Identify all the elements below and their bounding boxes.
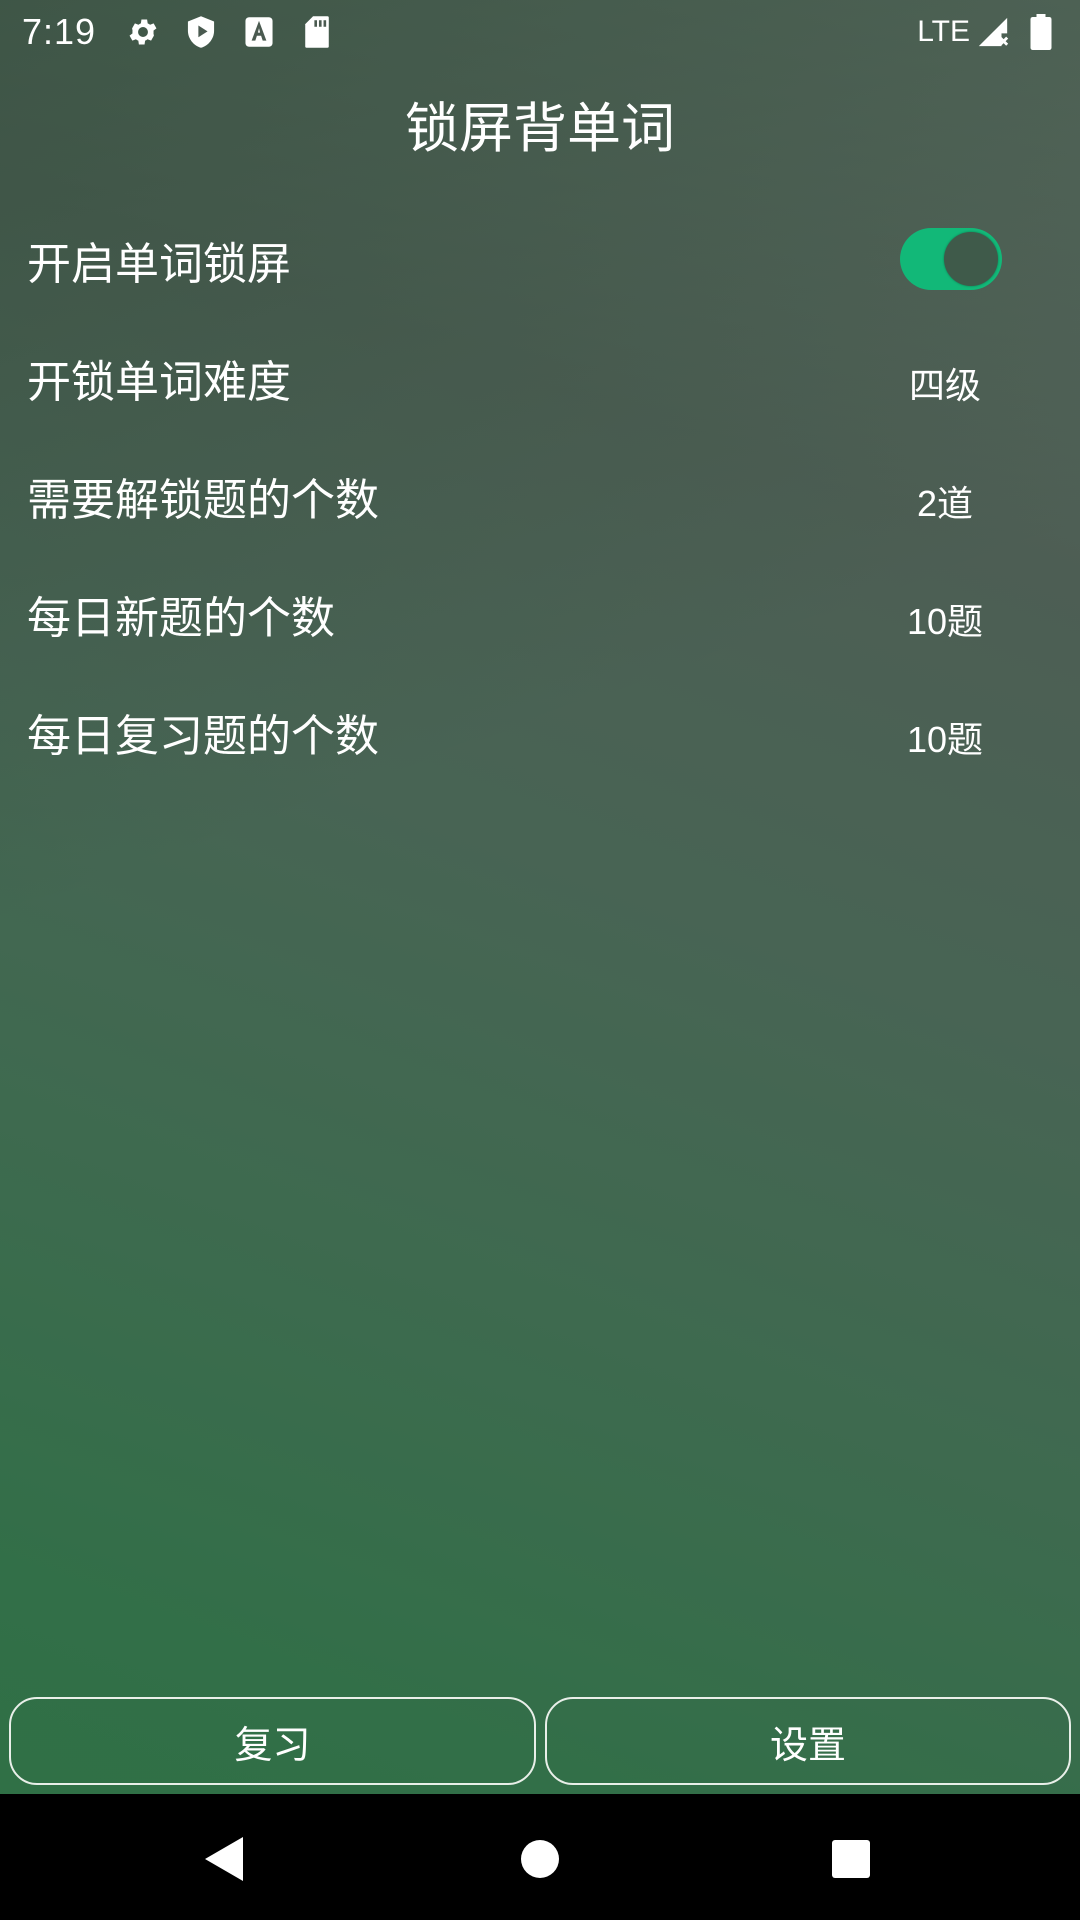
lock-screen-settings: 7:19 LTE 锁屏背单词 开启单词锁屏 开锁单词难度 四级 需要解锁题的个数… [0,0,1080,1920]
page-title: 锁屏背单词 [405,97,675,160]
back-triangle-icon[interactable] [200,1834,250,1884]
setting-label: 每日复习题的个数 [27,711,379,762]
daily-review-value[interactable]: 10题 [870,711,1020,763]
setting-row-daily-new[interactable]: 每日新题的个数 10题 [0,560,1080,678]
settings-button[interactable]: 设置 [545,1697,1071,1785]
setting-row-enable-lock[interactable]: 开启单词锁屏 [0,206,1080,324]
battery-icon [1024,14,1058,50]
font-a-icon [242,15,276,49]
difficulty-value[interactable]: 四级 [870,357,1020,409]
settings-list: 开启单词锁屏 开锁单词难度 四级 需要解锁题的个数 2道 每日新题的个数 10题… [0,206,1080,796]
setting-row-daily-review[interactable]: 每日复习题的个数 10题 [0,678,1080,796]
setting-label: 开锁单词难度 [27,357,291,408]
recents-square-icon[interactable] [826,1834,876,1884]
shield-icon [184,15,218,49]
setting-label: 开启单词锁屏 [27,239,291,290]
status-time: 7:19 [22,11,97,52]
enable-lock-toggle[interactable] [900,228,1002,290]
setting-row-unlock-count[interactable]: 需要解锁题的个数 2道 [0,442,1080,560]
signal-no-data-icon [976,15,1010,49]
navigation-bar [0,1794,1080,1920]
daily-new-value[interactable]: 10题 [870,593,1020,645]
setting-label: 每日新题的个数 [27,593,335,644]
gear-icon [126,15,160,49]
unlock-count-value[interactable]: 2道 [870,475,1020,527]
status-bar: 7:19 LTE [0,0,1080,64]
network-type: LTE [917,15,970,48]
bottom-buttons: 复习 设置 [0,1697,1080,1785]
home-circle-icon[interactable] [515,1834,565,1884]
setting-row-difficulty[interactable]: 开锁单词难度 四级 [0,324,1080,442]
review-button[interactable]: 复习 [9,1697,536,1785]
status-right: LTE [917,14,1058,50]
toggle-knob [944,232,998,286]
sd-card-icon [300,15,334,49]
setting-label: 需要解锁题的个数 [27,475,379,526]
